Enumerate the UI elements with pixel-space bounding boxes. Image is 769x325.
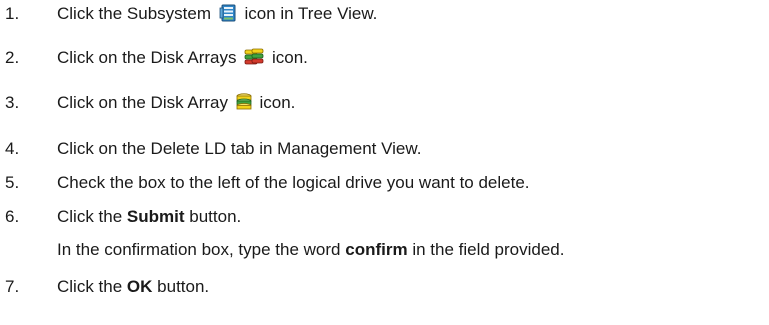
step-text: Click on the Delete LD tab in Management… — [57, 139, 422, 158]
step-number: 5. — [5, 173, 20, 192]
subsystem-icon — [219, 4, 237, 29]
step-text-before: Click the — [57, 277, 123, 296]
step-text: Click the Subsystem icon in Tree View. — [57, 2, 377, 29]
step-text-after: button. — [189, 207, 242, 226]
step-text-after: icon. — [271, 48, 308, 67]
step-text-before: Click on the Disk Array — [57, 93, 228, 112]
step-number: 7. — [5, 277, 20, 296]
step-number: 1. — [5, 4, 20, 23]
ok-button-label: OK — [126, 277, 153, 296]
step-text-after: icon. — [259, 93, 296, 112]
disk-array-icon — [236, 93, 252, 118]
step-number: 2. — [5, 48, 20, 67]
instruction-steps: 1. Click the Subsystem icon in Tree View… — [0, 0, 769, 325]
step-text-after: icon in Tree View. — [244, 4, 378, 23]
note-text-after: in the field provided. — [412, 240, 565, 259]
step-text-before: Click the Subsystem — [57, 4, 211, 23]
disk-arrays-icon — [244, 48, 264, 73]
submit-button-label: Submit — [126, 207, 185, 226]
step-text-before: Click the — [57, 207, 123, 226]
step-text: Click on the Disk Array icon. — [57, 91, 295, 118]
step-number: 4. — [5, 139, 20, 158]
step-text-after: button. — [157, 277, 210, 296]
step-number: 6. — [5, 207, 20, 226]
step-text-before: Click on the Disk Arrays — [57, 48, 237, 67]
note-text-before: In the confirmation box, type the word — [57, 240, 341, 259]
step-text: Click the Submit button. — [57, 205, 241, 229]
step-text: Check the box to the left of the logical… — [57, 173, 530, 192]
confirm-word: confirm — [345, 240, 408, 259]
step-note-text: In the confirmation box, type the word c… — [57, 238, 564, 262]
step-text: Click the OK button. — [57, 275, 209, 299]
step-text: Click on the Disk Arrays icon. — [57, 46, 308, 73]
step-number: 3. — [5, 93, 20, 112]
